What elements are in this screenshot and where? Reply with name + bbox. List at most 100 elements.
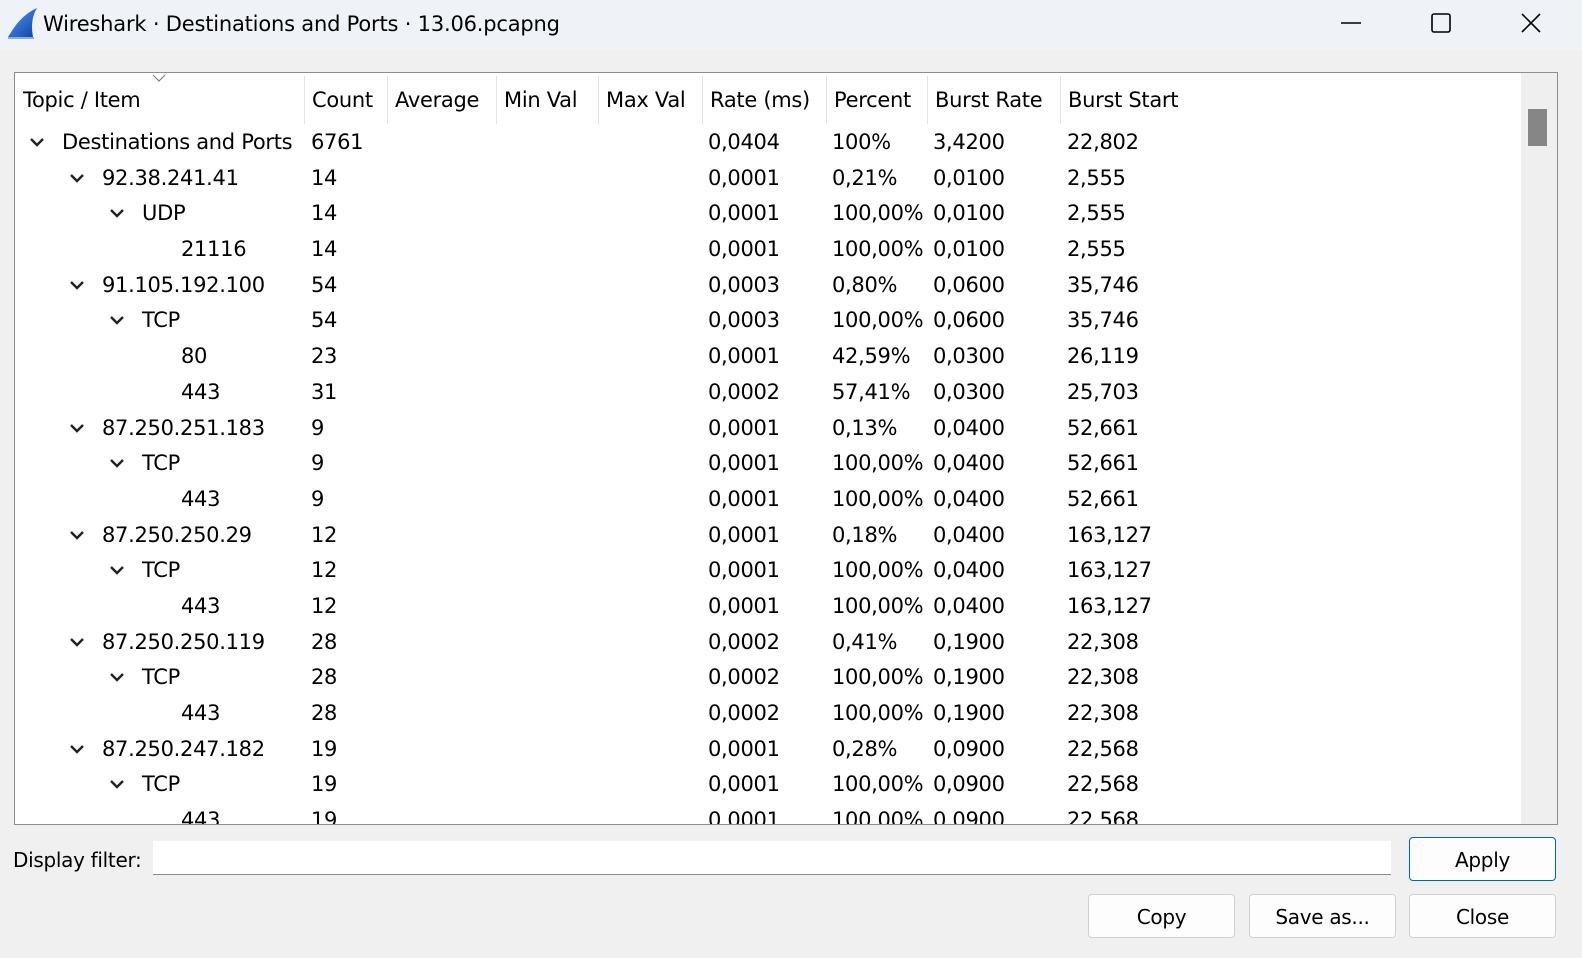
cell-burst-start: 52,661 xyxy=(1067,415,1139,440)
tree-row[interactable]: TCP 9 0,0001 100,00% 0,0400 52,661 xyxy=(15,445,1520,481)
column-header-average[interactable]: Average xyxy=(387,73,479,123)
cell-rate: 0,0001 xyxy=(708,808,780,825)
chevron-down-icon[interactable] xyxy=(109,455,125,471)
tree-row[interactable]: 443 31 0,0002 57,41% 0,0300 25,703 xyxy=(15,374,1520,410)
cell-topic: 87.250.250.119 xyxy=(102,629,265,654)
cell-percent: 100% xyxy=(832,130,891,154)
cell-burst-start: 2,555 xyxy=(1067,201,1126,226)
cell-burst-rate: 0,0900 xyxy=(933,736,1005,761)
column-header-min[interactable]: Min Val xyxy=(496,73,578,123)
close-icon xyxy=(1521,13,1541,33)
cell-rate: 0,0001 xyxy=(708,486,780,511)
tree-row[interactable]: 87.250.250.29 12 0,0001 0,18% 0,0400 163,127 xyxy=(15,517,1520,553)
cell-percent: 100,00% xyxy=(832,701,924,725)
cell-count: 12 xyxy=(311,522,338,547)
cell-count: 6761 xyxy=(311,130,364,154)
chevron-down-icon[interactable] xyxy=(69,170,85,186)
tree-row[interactable]: 443 19 0,0001 100,00% 0,0900 22,568 xyxy=(15,802,1520,825)
chevron-down-icon[interactable] xyxy=(69,741,85,757)
column-header-max[interactable]: Max Val xyxy=(598,73,686,123)
cell-count: 54 xyxy=(311,308,338,333)
cell-rate: 0,0002 xyxy=(708,701,780,725)
cell-count: 14 xyxy=(311,201,338,226)
cell-rate: 0,0001 xyxy=(708,772,780,797)
cell-burst-rate: 0,0400 xyxy=(933,522,1005,547)
cell-burst-rate: 0,0600 xyxy=(933,308,1005,333)
cell-percent: 42,59% xyxy=(832,344,911,369)
display-filter-input[interactable] xyxy=(153,841,1391,875)
close-button[interactable]: Close xyxy=(1409,894,1556,938)
chevron-down-icon[interactable] xyxy=(109,312,125,328)
tree-row[interactable]: 91.105.192.100 54 0,0003 0,80% 0,0600 35,746 xyxy=(15,267,1520,303)
scrollbar-thumb[interactable] xyxy=(1528,109,1547,146)
cell-topic: 92.38.241.41 xyxy=(102,165,239,190)
cell-topic: 87.250.251.183 xyxy=(102,415,265,440)
chevron-down-icon[interactable] xyxy=(69,527,85,543)
apply-button[interactable]: Apply xyxy=(1409,837,1556,881)
tree-row[interactable]: 443 28 0,0002 100,00% 0,1900 22,308 xyxy=(15,695,1520,731)
copy-button[interactable]: Copy xyxy=(1088,894,1235,938)
vertical-scrollbar[interactable] xyxy=(1521,73,1557,824)
cell-percent: 0,18% xyxy=(832,522,898,547)
cell-burst-start: 22,308 xyxy=(1067,629,1139,654)
cell-burst-start: 163,127 xyxy=(1067,558,1152,583)
cell-burst-rate: 0,0400 xyxy=(933,558,1005,583)
cell-percent: 100,00% xyxy=(832,451,924,476)
tree-row[interactable]: 87.250.251.183 9 0,0001 0,13% 0,0400 52,661 xyxy=(15,410,1520,446)
tree-row[interactable]: 87.250.247.182 19 0,0001 0,28% 0,0900 22,568 xyxy=(15,731,1520,767)
cell-count: 54 xyxy=(311,272,338,297)
cell-topic: TCP xyxy=(142,558,181,583)
tree-row[interactable]: TCP 54 0,0003 100,00% 0,0600 35,746 xyxy=(15,302,1520,338)
window-title: Wireshark · Destinations and Ports · 13.… xyxy=(43,12,560,36)
chevron-down-icon[interactable] xyxy=(109,776,125,792)
title-bar: Wireshark · Destinations and Ports · 13.… xyxy=(0,0,1582,50)
tree-row[interactable]: 80 23 0,0001 42,59% 0,0300 26,119 xyxy=(15,338,1520,374)
tree-rows: Destinations and Ports 6761 0,0404 100% 3,42… xyxy=(15,124,1520,825)
chevron-down-icon[interactable] xyxy=(29,134,45,150)
column-header-burst-rate[interactable]: Burst Rate xyxy=(927,73,1043,123)
cell-burst-rate: 0,1900 xyxy=(933,665,1005,690)
chevron-down-icon[interactable] xyxy=(109,205,125,221)
column-header-count[interactable]: Count xyxy=(304,73,373,123)
wireshark-fin-icon xyxy=(8,8,37,39)
column-header-rate[interactable]: Rate (ms) xyxy=(702,73,810,123)
cell-burst-start: 22,568 xyxy=(1067,808,1139,825)
cell-percent: 100,00% xyxy=(832,558,924,583)
tree-row[interactable]: 21116 14 0,0001 100,00% 0,0100 2,555 xyxy=(15,231,1520,267)
tree-row[interactable]: 87.250.250.119 28 0,0002 0,41% 0,1900 22,308 xyxy=(15,624,1520,660)
tree-row[interactable]: Destinations and Ports 6761 0,0404 100% 3,42… xyxy=(15,124,1520,160)
cell-rate: 0,0001 xyxy=(708,237,780,262)
minimize-button[interactable] xyxy=(1306,0,1396,46)
save-as-button[interactable]: Save as... xyxy=(1249,894,1396,938)
cell-topic: 91.105.192.100 xyxy=(102,272,265,297)
tree-row[interactable]: TCP 19 0,0001 100,00% 0,0900 22,568 xyxy=(15,766,1520,802)
chevron-down-icon[interactable] xyxy=(69,277,85,293)
cell-burst-start: 26,119 xyxy=(1067,344,1139,369)
tree-header: Topic / Item Count Average Min Val Max Val Ra… xyxy=(15,73,1520,127)
tree-row[interactable]: 443 12 0,0001 100,00% 0,0400 163,127 xyxy=(15,588,1520,624)
cell-burst-start: 52,661 xyxy=(1067,451,1139,476)
column-header-topic[interactable]: Topic / Item xyxy=(15,73,141,123)
display-filter-label: Display filter: xyxy=(13,848,142,872)
cell-topic: TCP xyxy=(142,772,181,797)
chevron-down-icon[interactable] xyxy=(109,562,125,578)
chevron-down-icon[interactable] xyxy=(69,420,85,436)
cell-burst-rate: 0,0300 xyxy=(933,344,1005,369)
chevron-down-icon[interactable] xyxy=(109,669,125,685)
column-header-percent[interactable]: Percent xyxy=(826,73,911,123)
tree-row[interactable]: 443 9 0,0001 100,00% 0,0400 52,661 xyxy=(15,481,1520,517)
cell-topic: 80 xyxy=(181,344,208,369)
tree-row[interactable]: TCP 12 0,0001 100,00% 0,0400 163,127 xyxy=(15,552,1520,588)
minimize-icon xyxy=(1341,22,1361,24)
cell-burst-rate: 0,0100 xyxy=(933,165,1005,190)
maximize-button[interactable] xyxy=(1396,0,1486,46)
chevron-down-icon[interactable] xyxy=(69,634,85,650)
tree-row[interactable]: 92.38.241.41 14 0,0001 0,21% 0,0100 2,555 xyxy=(15,160,1520,196)
tree-row[interactable]: TCP 28 0,0002 100,00% 0,1900 22,308 xyxy=(15,659,1520,695)
column-header-burst-start[interactable]: Burst Start xyxy=(1060,73,1179,123)
statistics-tree[interactable]: Topic / Item Count Average Min Val Max Val Ra… xyxy=(14,72,1558,825)
cell-topic: 443 xyxy=(181,808,221,825)
close-window-button[interactable] xyxy=(1486,0,1576,46)
tree-row[interactable]: UDP 14 0,0001 100,00% 0,0100 2,555 xyxy=(15,195,1520,231)
sort-indicator-icon xyxy=(152,74,166,82)
